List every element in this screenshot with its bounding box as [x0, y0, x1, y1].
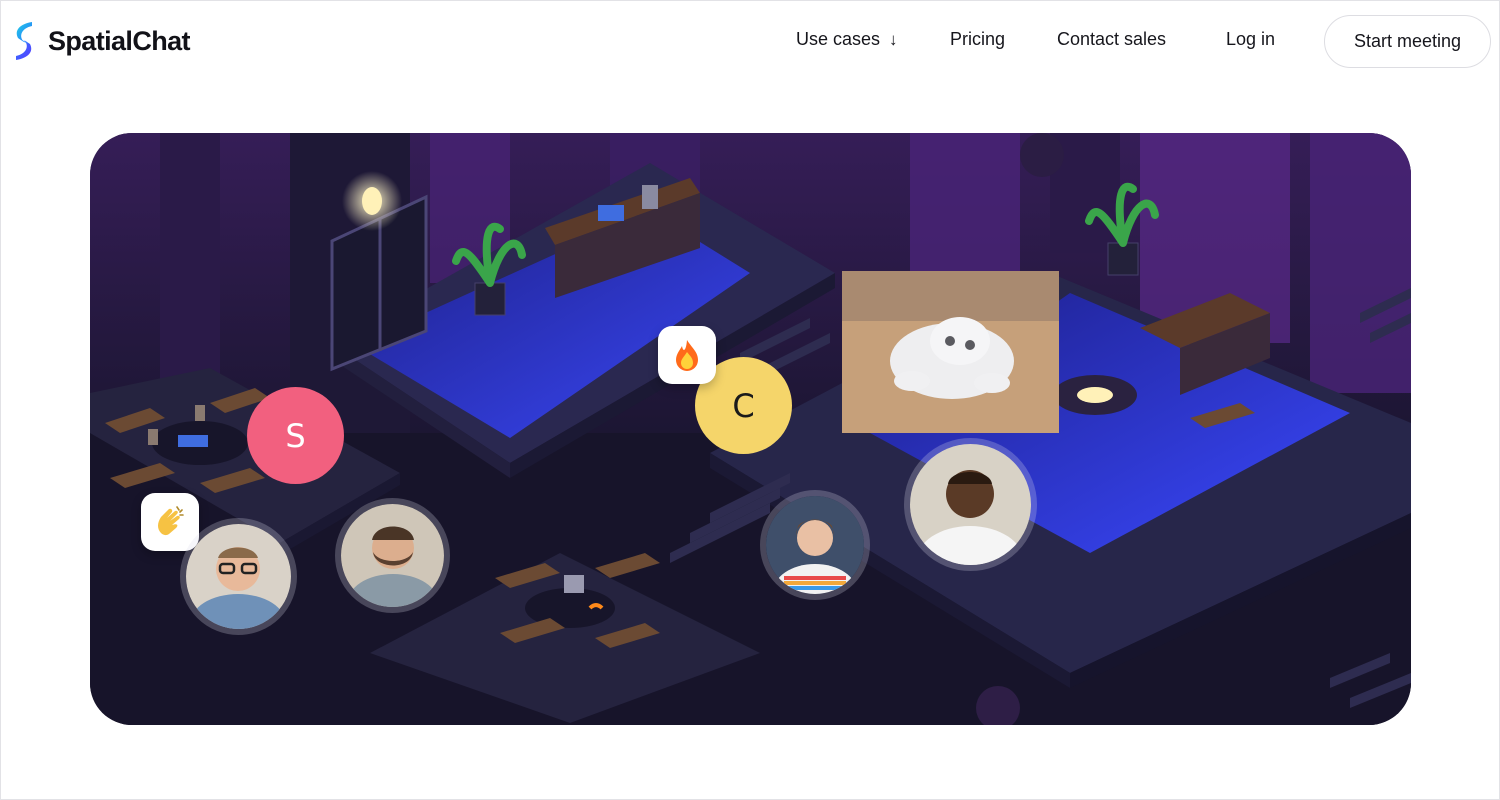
- nav-pricing[interactable]: Pricing: [950, 29, 1005, 50]
- cat-video-tile[interactable]: [842, 271, 1059, 433]
- nav-use-cases[interactable]: Use cases ↓: [796, 29, 898, 50]
- person-man-white-shirt-icon: [910, 444, 1031, 565]
- clapping-hands-emoji-icon: [158, 506, 184, 536]
- start-meeting-button[interactable]: Start meeting: [1324, 15, 1491, 68]
- avatar-c-letter: C: [732, 386, 755, 425]
- avatar-s[interactable]: S: [247, 387, 344, 484]
- arrow-down-icon: ↓: [889, 29, 898, 49]
- nav-use-cases-label: Use cases: [796, 29, 881, 49]
- participant-video-2[interactable]: [335, 498, 450, 613]
- fire-emoji-icon: [676, 340, 698, 371]
- participant-video-1[interactable]: [180, 518, 297, 635]
- person-beard-icon: [341, 504, 444, 607]
- participant-video-4[interactable]: [904, 438, 1037, 571]
- site-header: SpatialChat Use cases ↓ Pricing Contact …: [0, 0, 1500, 84]
- avatar-s-letter: S: [285, 416, 306, 455]
- person-glasses-icon: [186, 524, 291, 629]
- hero-virtual-space: S C: [90, 133, 1411, 725]
- fire-reaction: [658, 326, 716, 384]
- person-woman-icon: [766, 496, 864, 594]
- main-nav: Use cases ↓ Pricing Contact sales Log in: [0, 29, 1500, 55]
- participant-video-3[interactable]: [760, 490, 870, 600]
- nav-contact-sales[interactable]: Contact sales: [1057, 29, 1166, 50]
- cat-video-icon: [842, 271, 1059, 433]
- nav-log-in[interactable]: Log in: [1226, 29, 1275, 50]
